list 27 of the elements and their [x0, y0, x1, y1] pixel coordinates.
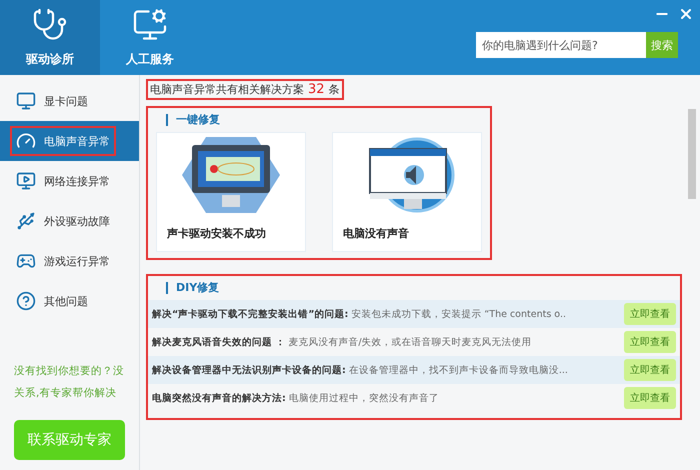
fix-card[interactable]: 电脑没有声音	[332, 132, 482, 252]
solution-text: 解决设备管理器中无法识别声卡设备的问题: 在设备管理器中，找不到声卡设备而导致电脑没...	[152, 364, 569, 376]
solution-count: 32	[308, 82, 325, 97]
sidebar-item[interactable]: 网络连接异常	[10, 166, 116, 196]
nav-tab[interactable]: 人工服务	[100, 0, 200, 75]
nav-tab[interactable]: 驱动诊所	[0, 0, 100, 75]
sidebar-item[interactable]: 其他问题	[10, 286, 94, 316]
card-caption: 声卡驱动安装不成功	[166, 226, 267, 242]
view-now-button[interactable]: 立即查看	[624, 331, 676, 353]
sidebar-item[interactable]: 游戏运行异常	[10, 246, 116, 276]
fix-card[interactable]: 声卡驱动安装不成功	[156, 132, 306, 252]
summary-text: 电脑声音异常共有相关解决方案	[150, 82, 304, 97]
section-title: 一键修复	[166, 114, 482, 126]
solution-text: 解决“声卡驱动下载不完整安装出错”的问题: 安装包未成功下载，安装提示 “The contents o..	[152, 308, 567, 320]
section-title: DIY修复	[166, 282, 672, 294]
view-now-button[interactable]: 立即查看	[624, 387, 676, 409]
view-now-button[interactable]: 立即查看	[624, 303, 676, 325]
solution-text: 解决麦克风语音失效的问题 ： 麦克风没有声音/失效，或在语音聊天时麦克风无法使用	[152, 336, 533, 348]
solution-text: 电脑突然没有声音的解决方法: 电脑使用过程中，突然没有声音了	[152, 392, 440, 404]
view-now-button[interactable]: 立即查看	[624, 359, 676, 381]
search-field[interactable]: 你的电脑遇到什么问题?	[476, 32, 646, 58]
card-caption: 电脑没有声音	[342, 226, 410, 242]
sidebar-item[interactable]: 显卡问题	[10, 86, 94, 116]
count-unit: 条	[328, 82, 340, 97]
sidebar-item[interactable]: 电脑声音异常	[10, 126, 116, 156]
sidebar-item[interactable]: 外设驱动故障	[10, 206, 116, 236]
help-text: 没有找到你想要的？没关系,有专家帮你解决	[14, 364, 125, 401]
